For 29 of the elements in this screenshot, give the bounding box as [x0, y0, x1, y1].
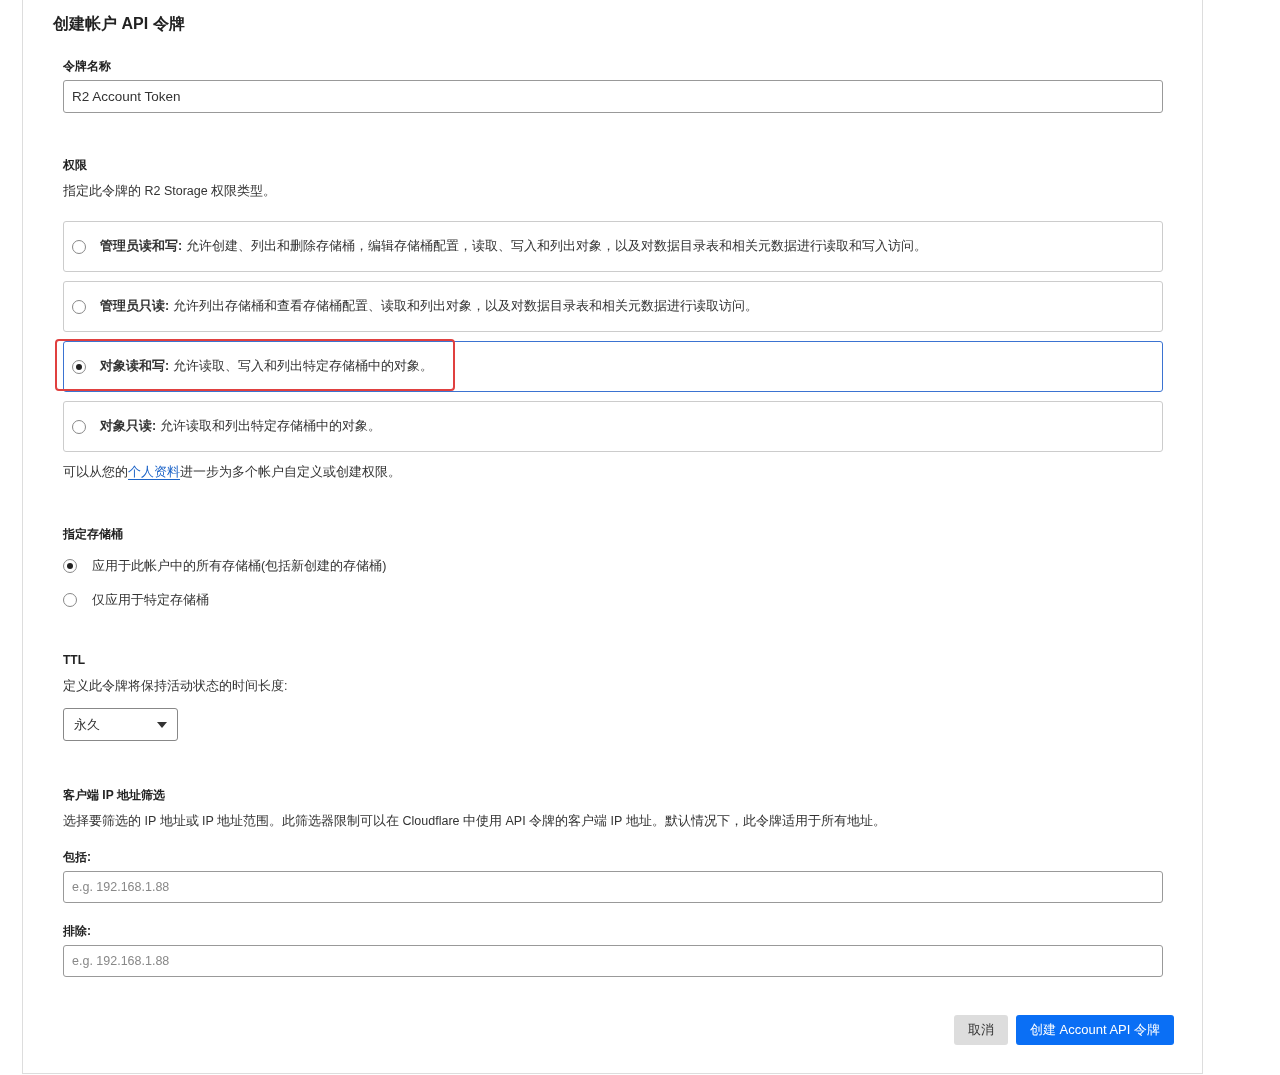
permission-option[interactable]: 管理员读和写: 允许创建、列出和删除存储桶，编辑存储桶配置，读取、写入和列出对象，以及对数据目录表和相关元数据进行读取和写入访问。 — [63, 221, 1163, 272]
field-label: 包括: — [63, 849, 92, 865]
permission-option[interactable]: 管理员只读: 允许列出存储桶和查看存储桶配置、读取和列出对象，以及对数据目录表和相关元数据进行读取访问。 — [63, 281, 1163, 332]
section-description: 选择要筛选的 IP 地址或 IP 地址范围。此筛选器限制可以在 Cloudflare 中使用 API 令牌的客户端 IP 地址。默认情况下，此令牌适用于所有地址。 — [63, 813, 887, 829]
field-label: 排除: — [63, 923, 92, 939]
caret-icon — [157, 721, 167, 728]
section-heading: TTL — [63, 652, 86, 668]
section-description: 指定此令牌的 R2 Storage 权限类型。 — [63, 183, 278, 199]
create-token-button[interactable]: 创建 Account API 令牌 — [1015, 1015, 1174, 1045]
cancel-button[interactable]: 取消 — [953, 1015, 1008, 1045]
section-heading: 指定存储桶 — [63, 526, 124, 542]
section-heading: 权限 — [63, 157, 88, 173]
option-text: 管理员读和写: 允许创建、列出和删除存储桶，编辑存储桶配置，读取、写入和列出对象，以及对数据目录表和相关元数据进行读取和写入访问。 — [100, 238, 927, 255]
exclude-ip-field[interactable]: e.g. 192.168.1.88 — [63, 945, 1163, 977]
radio-label: 仅应用于特定存储桶 — [92, 592, 209, 608]
option-text: 对象只读: 允许读取和列出特定存储桶中的对象。 — [100, 418, 381, 435]
section-description: 定义此令牌将保持活动状态的时间长度: — [63, 678, 289, 694]
note-text: 可以从您的个人资料进一步为多个帐户自定义或创建权限。 — [63, 464, 402, 480]
field-label: 令牌名称 — [63, 58, 112, 74]
profile-link[interactable]: 个人资料 — [128, 465, 180, 480]
ttl-dropdown[interactable]: 永久 — [63, 708, 178, 741]
option-text: 管理员只读: 允许列出存储桶和查看存储桶配置、读取和列出对象，以及对数据目录表和相关元数据进行读取访问。 — [100, 298, 758, 315]
permission-option[interactable]: 对象只读: 允许读取和列出特定存储桶中的对象。 — [63, 401, 1163, 452]
include-ip-field[interactable]: e.g. 192.168.1.88 — [63, 871, 1163, 903]
token-name-field[interactable]: R2 Account Token — [63, 80, 1163, 113]
radio-label: 应用于此帐户中的所有存储桶(包括新创建的存储桶) — [92, 558, 387, 574]
option-text: 对象读和写: 允许读取、写入和列出特定存储桶中的对象。 — [100, 358, 433, 375]
section-heading: 客户端 IP 地址筛选 — [63, 787, 166, 803]
form-title: 创建帐户 API 令牌 — [53, 14, 186, 34]
